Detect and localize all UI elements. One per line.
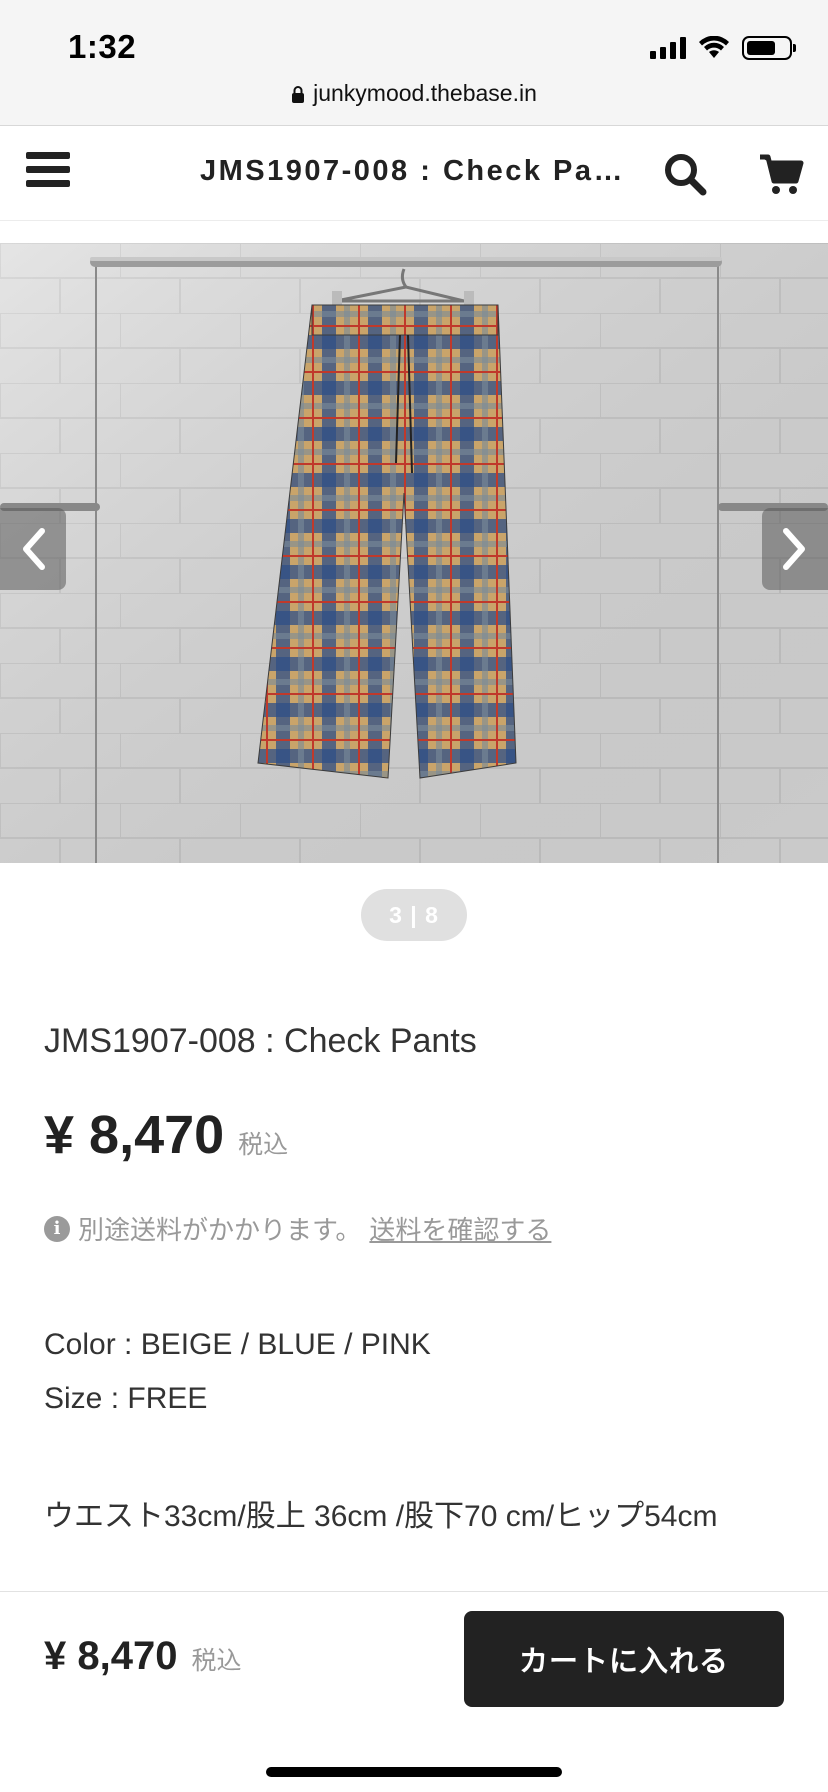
bottom-price-row: ¥ 8,470 税込 (44, 1634, 241, 1679)
home-indicator[interactable] (266, 1767, 562, 1777)
bottom-purchase-bar: ¥ 8,470 税込 カートに入れる (0, 1591, 828, 1792)
shipping-note-text: 別途送料がかかります。 (78, 1215, 362, 1245)
product-measurements: ウエスト33cm/股上 36cm /股下70 cm/ヒップ54cm (44, 1500, 718, 1533)
product-size: Size : FREE (44, 1382, 208, 1415)
image-counter: 3 | 8 (361, 889, 467, 941)
info-icon: i (44, 1215, 70, 1242)
status-time: 1:32 (68, 28, 137, 65)
product-price: ¥ 8,470 (44, 1105, 225, 1165)
bottom-tax-label: 税込 (191, 1647, 242, 1675)
lock-icon (292, 85, 305, 103)
product-title: JMS1907-008 : Check Pants (44, 1022, 477, 1060)
bottom-price: ¥ 8,470 (44, 1634, 178, 1678)
product-color: Color : BEIGE / BLUE / PINK (44, 1328, 431, 1361)
signal-icon (650, 37, 686, 59)
shipping-note: i 別途送料がかかります。 送料を確認する (44, 1210, 551, 1247)
wifi-icon (699, 36, 729, 58)
address-bar[interactable]: junkymood.thebase.in (0, 80, 828, 107)
battery-icon (742, 36, 796, 60)
status-bar: 1:32 junkymood.thebase.in (0, 0, 828, 126)
prev-image-button[interactable] (0, 508, 66, 590)
check-pants-photo (0, 243, 828, 863)
header-title: JMS1907-008 : Check Pants (200, 155, 630, 187)
chevron-right-icon (783, 528, 805, 570)
price-row: ¥ 8,470 税込 (44, 1104, 288, 1166)
status-icons (650, 36, 796, 60)
search-icon[interactable] (662, 151, 708, 197)
product-image-gallery[interactable] (0, 243, 828, 863)
cart-icon[interactable] (758, 151, 804, 197)
next-image-button[interactable] (762, 508, 828, 590)
add-to-cart-button[interactable]: カートに入れる (464, 1611, 784, 1707)
site-header: JMS1907-008 : Check Pants (0, 127, 828, 221)
hamburger-menu-icon[interactable] (26, 152, 70, 192)
shipping-link[interactable]: 送料を確認する (369, 1210, 551, 1247)
url-text: junkymood.thebase.in (313, 80, 537, 106)
chevron-left-icon (23, 528, 45, 570)
tax-label: 税込 (238, 1131, 289, 1159)
